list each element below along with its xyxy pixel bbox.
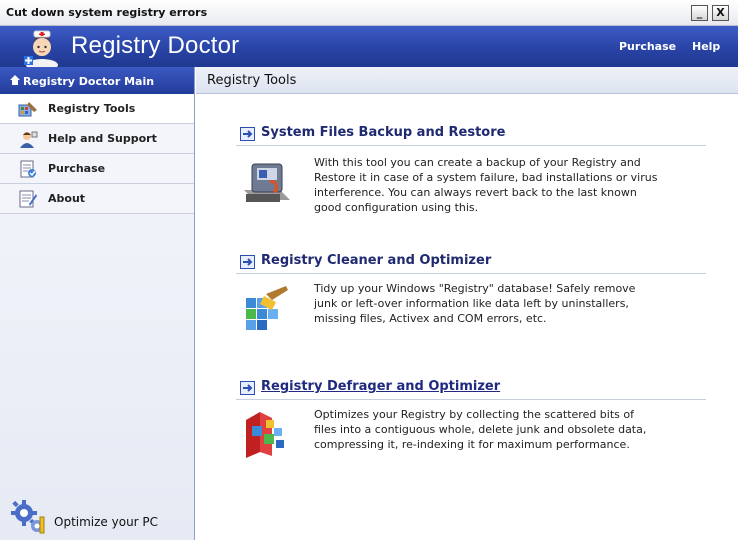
home-icon (10, 75, 20, 85)
tool-description: Tidy up your Windows "Registry" database… (314, 282, 636, 325)
sidebar-item-label: About (48, 192, 86, 205)
app-header: Registry Doctor Purchase Help (0, 26, 738, 68)
arrow-right-icon (240, 127, 255, 141)
minimize-button[interactable]: _ (691, 5, 708, 21)
tool-title-link[interactable]: Registry Defrager and Optimizer (261, 379, 500, 394)
page-title: Registry Tools (196, 67, 738, 94)
registry-tools-icon (18, 102, 37, 117)
help-support-icon (20, 131, 38, 148)
backup-restore-icon (244, 163, 290, 202)
main-content: Registry Tools System Files Backup and R… (196, 67, 738, 540)
sidebar-item-about[interactable]: About (0, 184, 194, 214)
sidebar-item-help-support[interactable]: Help and Support (0, 124, 194, 154)
tool-registry-defrager: Registry Defrager and Optimizer Optimize… (236, 378, 706, 458)
gear-icon (11, 500, 45, 534)
sidebar-item-label: Purchase (48, 162, 106, 175)
tool-title-link[interactable]: Registry Cleaner and Optimizer (261, 253, 491, 268)
tool-backup-restore: System Files Backup and Restore With thi… (236, 124, 706, 214)
tool-description: Optimizes your Registry by collecting th… (314, 408, 647, 451)
optimize-pc-label: Optimize your PC (54, 515, 159, 529)
tool-registry-cleaner: Registry Cleaner and Optimizer Tidy up y… (236, 252, 706, 330)
sidebar: Registry Doctor Main Registry Tools Help… (0, 67, 195, 540)
optimize-pc-panel[interactable]: Optimize your PC (10, 499, 190, 535)
sidebar-item-registry-tools[interactable]: Registry Tools (0, 94, 194, 124)
tool-header: Registry Defrager and Optimizer (236, 378, 706, 400)
close-button[interactable]: X (712, 5, 729, 21)
arrow-right-icon (240, 255, 255, 269)
sidebar-heading[interactable]: Registry Doctor Main (0, 67, 194, 94)
purchase-icon (20, 160, 36, 178)
sidebar-item-label: Help and Support (48, 132, 157, 145)
header-help-link[interactable]: Help (692, 40, 720, 53)
sidebar-item-purchase[interactable]: Purchase (0, 154, 194, 184)
window-title: Cut down system registry errors (6, 6, 208, 19)
tool-description: With this tool you can create a backup o… (314, 156, 658, 214)
sidebar-heading-label: Registry Doctor Main (23, 75, 155, 88)
registry-cleaner-icon (246, 286, 288, 330)
tool-title-link[interactable]: System Files Backup and Restore (261, 125, 505, 140)
window-title-bar: Cut down system registry errors _ X (0, 0, 738, 26)
defrager-icon (246, 412, 284, 458)
header-purchase-link[interactable]: Purchase (619, 40, 676, 53)
tool-header: System Files Backup and Restore (236, 124, 706, 146)
about-icon (19, 190, 37, 208)
app-title: Registry Doctor (71, 32, 240, 59)
tool-header: Registry Cleaner and Optimizer (236, 252, 706, 274)
arrow-right-icon (240, 381, 255, 395)
sidebar-item-label: Registry Tools (48, 102, 136, 115)
doctor-logo-icon (24, 30, 58, 68)
